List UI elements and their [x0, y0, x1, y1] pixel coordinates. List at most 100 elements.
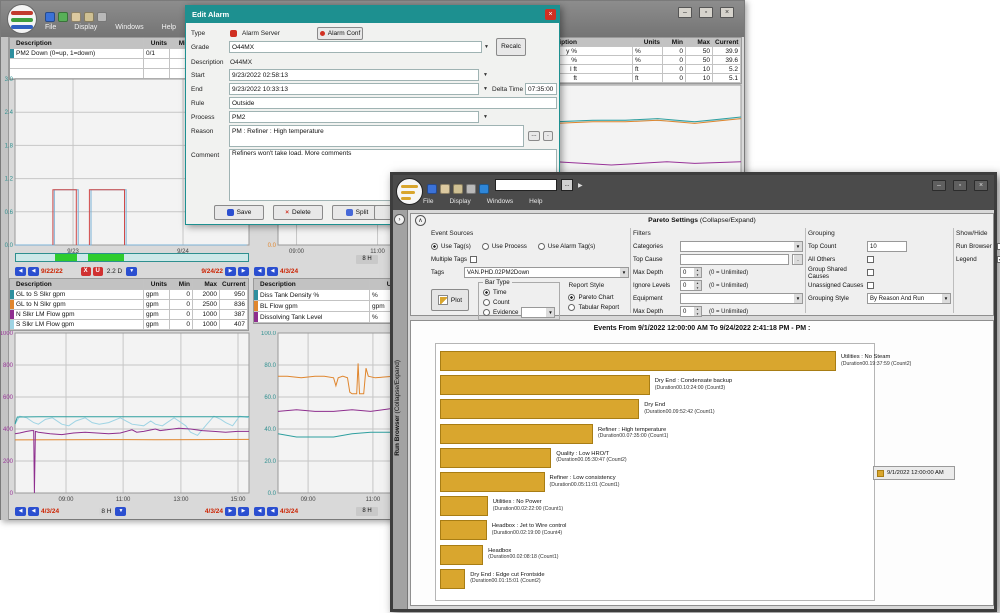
update-button[interactable]: U	[93, 267, 103, 276]
step-back-button[interactable]: ◀	[267, 507, 278, 516]
group-shared-causes-checkbox[interactable]	[867, 269, 874, 276]
page-forward-button[interactable]: ▶	[238, 507, 249, 516]
close-button[interactable]: ×	[720, 7, 734, 18]
categories-combobox[interactable]: ▼	[680, 241, 803, 252]
page-back-button[interactable]: ◀	[254, 507, 265, 516]
tag-table-bottom-left[interactable]: DescriptionUnitsMinMaxCurrentGL to S Slk…	[9, 278, 249, 331]
menu-file[interactable]: File	[423, 198, 433, 205]
print-icon[interactable]	[97, 12, 107, 22]
copy-icon[interactable]	[440, 184, 450, 194]
grade-dropdown-icon[interactable]: ▼	[482, 41, 491, 53]
end-dropdown-icon[interactable]: ▼	[481, 83, 490, 95]
start-date-label[interactable]: 4/3/24	[280, 268, 298, 275]
step-back-button[interactable]: ◀	[28, 267, 39, 276]
start-date-label[interactable]: 9/22/22	[41, 268, 63, 275]
menu-display[interactable]: Display	[449, 198, 470, 205]
minimize-button[interactable]: –	[932, 180, 946, 191]
pareto-bar[interactable]	[440, 375, 650, 395]
paste-icon[interactable]	[453, 184, 463, 194]
top-cause-browse-button[interactable]: ..	[792, 254, 803, 265]
pareto-plot-area[interactable]: Utilities : No Steam(Duration00.19:37:59…	[435, 343, 875, 601]
copy-icon[interactable]	[71, 12, 81, 22]
spinner-arrows-icon[interactable]: ▴▾	[694, 307, 701, 316]
pareto-chart-radio[interactable]	[568, 294, 575, 301]
start-date-label[interactable]: 4/3/24	[280, 508, 298, 515]
note-icon[interactable]	[58, 12, 68, 22]
reason-input[interactable]: PM : Refiner : High temperature	[229, 125, 524, 147]
menu-windows[interactable]: Windows	[115, 24, 143, 31]
all-others-checkbox[interactable]	[867, 256, 874, 263]
grouping-style-combobox[interactable]: By Reason And Run▼	[867, 293, 951, 304]
close-button[interactable]: ×	[974, 180, 988, 191]
page-back-button[interactable]: ◀	[15, 267, 26, 276]
ignore-levels-spinner[interactable]: 0▴▾	[680, 280, 702, 291]
tabular-report-radio[interactable]	[568, 304, 575, 311]
start-input[interactable]: 9/23/2022 02:58:13	[229, 69, 479, 81]
menu-display[interactable]: Display	[74, 24, 97, 31]
spinner-arrows-icon[interactable]: ▴▾	[694, 281, 701, 290]
start-dropdown-icon[interactable]: ▼	[481, 69, 490, 81]
end-date-label[interactable]: 4/3/24	[205, 508, 223, 515]
use-alarm-tags-radio[interactable]	[538, 243, 545, 250]
table-row[interactable]: GL to N Slkr gpmgpm02500836	[10, 300, 248, 310]
unassigned-causes-checkbox[interactable]	[867, 282, 874, 289]
globe-icon[interactable]	[45, 12, 55, 22]
end-input[interactable]: 9/23/2022 10:33:13	[229, 83, 479, 95]
multiple-tags-checkbox[interactable]	[470, 256, 477, 263]
pareto-bar[interactable]	[440, 448, 551, 468]
process-combobox[interactable]: PM2	[229, 111, 479, 123]
clear-button[interactable]: X	[81, 267, 91, 276]
reason-clear-button[interactable]: ·	[543, 131, 553, 141]
menu-help[interactable]: Help	[529, 198, 542, 205]
span-label-top-right[interactable]: 8 H	[356, 255, 378, 264]
dialog-title[interactable]: Edit Alarm	[186, 6, 559, 23]
reason-browse-button[interactable]: ...	[528, 131, 540, 141]
menu-windows[interactable]: Windows	[487, 198, 513, 205]
start-date-label[interactable]: 4/3/24	[41, 508, 59, 515]
timeline-event-segment[interactable]	[55, 254, 78, 261]
chart-legend[interactable]: 9/1/2022 12:00:00 AM	[873, 466, 955, 480]
trend-chart-bottom-left[interactable]: 1000800600400200009:0011:0013:0015:00	[1, 331, 251, 509]
pareto-bar[interactable]	[440, 545, 483, 565]
run-browser-expand-button[interactable]: ›	[394, 214, 405, 225]
menu-help[interactable]: Help	[162, 24, 176, 31]
page-forward-button[interactable]: ▶	[238, 267, 249, 276]
step-back-button[interactable]: ◀	[28, 507, 39, 516]
table-row[interactable]: GL to S Slkr gpmgpm02000950	[10, 290, 248, 300]
plot-button[interactable]: Plot	[431, 289, 469, 311]
span-dropdown-button[interactable]: ▼	[126, 267, 137, 276]
pareto-bar[interactable]	[440, 424, 593, 444]
pareto-bar[interactable]	[440, 520, 487, 540]
pareto-bar[interactable]	[440, 399, 639, 419]
toolbar-search-input[interactable]	[495, 179, 557, 191]
evidence-combobox[interactable]: ▼	[521, 307, 555, 318]
use-tags-radio[interactable]	[431, 243, 438, 250]
table-row[interactable]: S Slkr LM Flow gpmgpm01000407	[10, 320, 248, 330]
spinner-arrows-icon[interactable]: ▴▾	[694, 268, 701, 277]
delete-button[interactable]: ×Delete	[273, 205, 323, 220]
top-cause-input[interactable]	[680, 254, 789, 265]
run-browser-label[interactable]: Run Browser (Collapse/Expand)	[394, 360, 407, 456]
page-back-button[interactable]: ◀	[254, 267, 265, 276]
process-dropdown-icon[interactable]: ▼	[481, 111, 490, 123]
timeline-event-segment[interactable]	[88, 254, 124, 261]
use-process-radio[interactable]	[482, 243, 489, 250]
settings-collapse-button[interactable]: ∧	[415, 215, 426, 226]
step-forward-button[interactable]: ▶	[225, 507, 236, 516]
minimize-button[interactable]: –	[678, 7, 692, 18]
pareto-bar[interactable]	[440, 496, 488, 516]
bar-type-time-radio[interactable]	[483, 289, 490, 296]
max-depth-spinner[interactable]: 0▴▾	[680, 267, 702, 278]
max-depth2-spinner[interactable]: 0▴▾	[680, 306, 702, 317]
time-span-label[interactable]: 8 H	[99, 508, 113, 515]
close-icon[interactable]: ×	[545, 9, 556, 20]
tags-combobox[interactable]: VAN.PHD.02PM2Down▼	[464, 267, 629, 278]
end-date-label[interactable]: 9/24/22	[201, 268, 223, 275]
rule-input[interactable]: Outside	[229, 97, 557, 109]
toolbar-overflow-icon[interactable]: ▶	[578, 182, 583, 189]
step-back-button[interactable]: ◀	[267, 267, 278, 276]
bar-type-evidence-radio[interactable]	[483, 309, 490, 316]
equipment-combobox[interactable]: ▼	[680, 293, 803, 304]
maximize-button[interactable]: ▫	[699, 7, 713, 18]
maximize-button[interactable]: ▫	[953, 180, 967, 191]
